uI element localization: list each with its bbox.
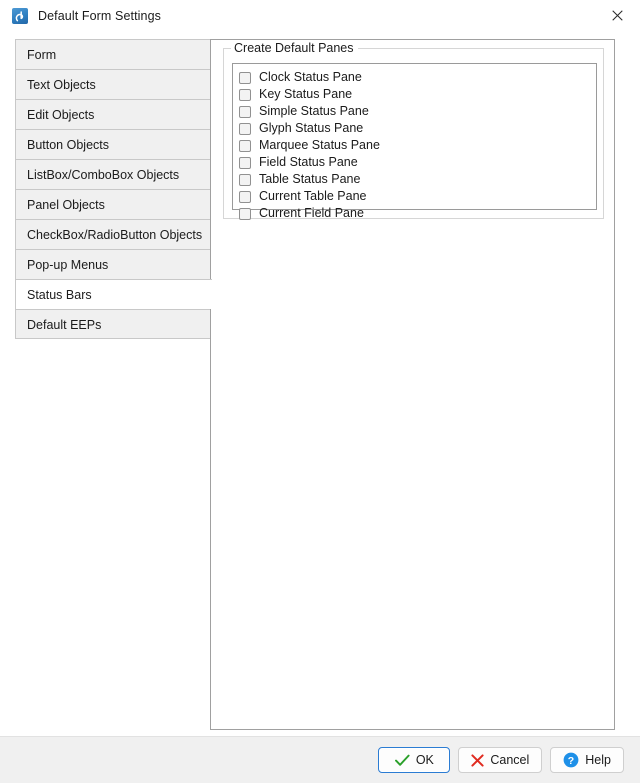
dialog-footer: OK Cancel ? Help <box>0 736 640 783</box>
list-item[interactable]: Marquee Status Pane <box>239 137 596 154</box>
cross-icon <box>471 753 484 767</box>
checkbox-current-field-pane[interactable] <box>239 207 251 220</box>
sidebar-item-label: Pop-up Menus <box>27 258 109 272</box>
checkbox-label: Clock Status Pane <box>259 70 362 84</box>
create-default-panes-group: Create Default Panes Clock Status Pane K… <box>223 41 604 220</box>
checkbox-field-status-pane[interactable] <box>239 156 251 169</box>
checkbox-label: Key Status Pane <box>259 87 353 101</box>
checkbox-label: Table Status Pane <box>259 172 361 186</box>
cancel-button-label: Cancel <box>490 753 530 767</box>
list-item[interactable]: Key Status Pane <box>239 86 596 103</box>
sidebar-item-label: CheckBox/RadioButton Objects <box>27 228 203 242</box>
sidebar-item-text-objects[interactable]: Text Objects <box>15 69 211 99</box>
checkbox-marquee-status-pane[interactable] <box>239 139 251 152</box>
checkbox-glyph-status-pane[interactable] <box>239 122 251 135</box>
ok-button[interactable]: OK <box>378 747 451 773</box>
dialog-window: Default Form Settings Form Text Objects … <box>0 0 640 783</box>
list-item[interactable]: Table Status Pane <box>239 171 596 188</box>
checkbox-key-status-pane[interactable] <box>239 88 251 101</box>
pane-checkbox-list[interactable]: Clock Status Pane Key Status Pane Simple… <box>232 63 597 220</box>
list-item[interactable]: Current Table Pane <box>239 188 596 205</box>
cancel-button[interactable]: Cancel <box>458 747 543 773</box>
sidebar-item-pop-up-menus[interactable]: Pop-up Menus <box>15 249 211 279</box>
svg-text:?: ? <box>568 755 574 767</box>
list-item[interactable]: Simple Status Pane <box>239 103 596 120</box>
list-item[interactable]: Clock Status Pane <box>239 69 596 86</box>
list-item[interactable]: Current Field Pane <box>239 205 596 222</box>
sidebar-item-label: Default EEPs <box>27 318 102 332</box>
list-item[interactable]: Glyph Status Pane <box>239 120 596 137</box>
checkbox-simple-status-pane[interactable] <box>239 105 251 118</box>
list-item[interactable]: Field Status Pane <box>239 154 596 171</box>
checkbox-label: Field Status Pane <box>259 155 358 169</box>
checkbox-label: Glyph Status Pane <box>259 121 364 135</box>
dialog-body: Form Text Objects Edit Objects Button Ob… <box>0 32 640 736</box>
sidebar-item-label: Button Objects <box>27 138 109 152</box>
checkbox-label: Marquee Status Pane <box>259 138 380 152</box>
check-icon <box>394 754 410 767</box>
checkbox-current-table-pane[interactable] <box>239 190 251 203</box>
question-circle-icon: ? <box>563 752 579 768</box>
sidebar-item-default-eeps[interactable]: Default EEPs <box>15 309 211 339</box>
group-title: Create Default Panes <box>231 41 358 56</box>
sidebar-item-label: Text Objects <box>27 78 96 92</box>
sidebar-item-form[interactable]: Form <box>15 39 211 69</box>
settings-content-panel: Create Default Panes Clock Status Pane K… <box>210 39 615 730</box>
sidebar-item-label: Form <box>27 48 57 62</box>
sidebar-item-edit-objects[interactable]: Edit Objects <box>15 99 211 129</box>
help-button-label: Help <box>585 753 611 767</box>
sidebar-item-status-bars[interactable]: Status Bars <box>15 279 212 309</box>
sidebar-item-panel-objects[interactable]: Panel Objects <box>15 189 211 219</box>
checkbox-label: Current Table Pane <box>259 189 367 203</box>
close-icon[interactable] <box>594 0 640 31</box>
ok-button-label: OK <box>415 753 434 767</box>
title-bar: Default Form Settings <box>0 0 640 32</box>
window-title: Default Form Settings <box>38 9 161 23</box>
footer-button-bar: OK Cancel ? Help <box>378 747 624 773</box>
sidebar-item-checkbox-radiobutton-objects[interactable]: CheckBox/RadioButton Objects <box>15 219 211 249</box>
sidebar-item-button-objects[interactable]: Button Objects <box>15 129 211 159</box>
checkbox-clock-status-pane[interactable] <box>239 71 251 84</box>
sidebar-item-label: Status Bars <box>27 288 92 302</box>
application-icon <box>12 8 28 24</box>
sidebar-item-label: ListBox/ComboBox Objects <box>27 168 180 182</box>
settings-tab-list: Form Text Objects Edit Objects Button Ob… <box>15 39 212 339</box>
sidebar-item-label: Edit Objects <box>27 108 95 122</box>
sidebar-item-label: Panel Objects <box>27 198 105 212</box>
checkbox-label: Simple Status Pane <box>259 104 369 118</box>
checkbox-label: Current Field Pane <box>259 206 364 220</box>
sidebar-item-listbox-combobox-objects[interactable]: ListBox/ComboBox Objects <box>15 159 211 189</box>
checkbox-table-status-pane[interactable] <box>239 173 251 186</box>
help-button[interactable]: ? Help <box>550 747 624 773</box>
